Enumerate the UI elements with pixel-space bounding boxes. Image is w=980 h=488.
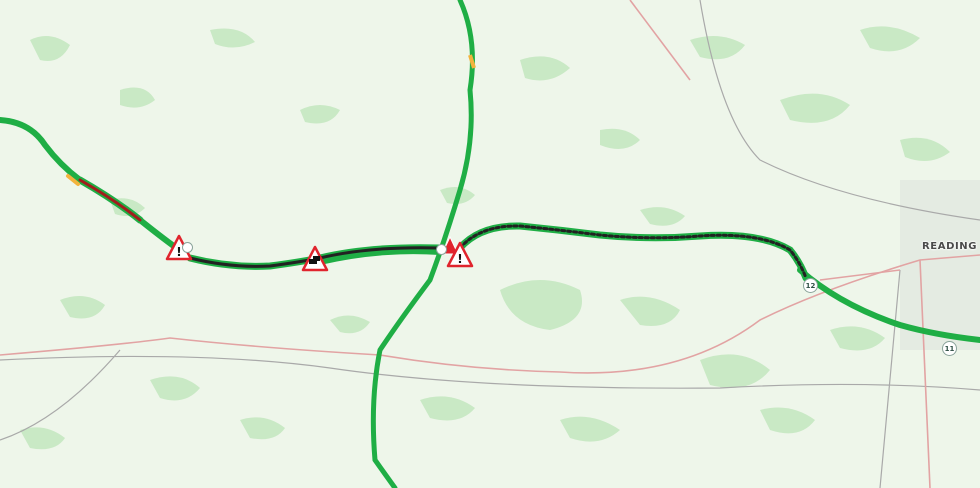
reading-urban-area <box>900 180 980 350</box>
place-label-reading: READING <box>922 241 978 252</box>
junction-11-marker[interactable]: 11 <box>942 341 957 356</box>
junction-marker-west[interactable] <box>182 242 193 253</box>
junction-12-marker[interactable]: 12 <box>803 278 818 293</box>
junction-marker-central[interactable] <box>436 244 447 255</box>
svg-text:!: ! <box>176 245 181 259</box>
traffic-map[interactable]: ! ! 12 11 READING <box>0 0 980 488</box>
svg-text:!: ! <box>457 252 462 266</box>
map-canvas: ! ! <box>0 0 980 488</box>
